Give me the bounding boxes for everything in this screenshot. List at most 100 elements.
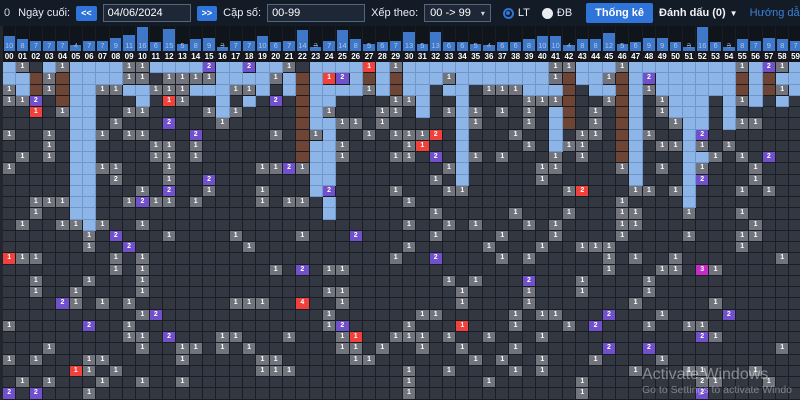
grid-cell[interactable] xyxy=(203,96,216,107)
grid-cell[interactable] xyxy=(256,152,269,163)
grid-cell[interactable]: 2 xyxy=(110,175,123,186)
grid-cell[interactable]: 1 xyxy=(469,107,482,118)
grid-cell[interactable]: 1 xyxy=(576,388,589,399)
grid-cell[interactable] xyxy=(603,377,616,388)
grid-cell[interactable]: 1 xyxy=(350,343,363,354)
grid-cell[interactable] xyxy=(603,220,616,231)
grid-cell[interactable]: 1 xyxy=(709,298,722,309)
grid-cell[interactable] xyxy=(616,343,629,354)
grid-cell[interactable] xyxy=(243,377,256,388)
grid-cell[interactable] xyxy=(776,388,789,399)
grid-cell[interactable] xyxy=(403,310,416,321)
grid-cell[interactable] xyxy=(336,355,349,366)
grid-cell[interactable] xyxy=(30,265,43,276)
grid-cell[interactable] xyxy=(96,332,109,343)
grid-cell[interactable] xyxy=(243,265,256,276)
grid-cell[interactable] xyxy=(403,355,416,366)
grid-cell[interactable] xyxy=(776,130,789,141)
grid-cell[interactable] xyxy=(523,208,536,219)
grid-cell[interactable] xyxy=(323,355,336,366)
grid-cell[interactable]: 1 xyxy=(43,130,56,141)
grid-cell[interactable] xyxy=(363,377,376,388)
grid-cell[interactable] xyxy=(230,175,243,186)
grid-cell[interactable]: 1 xyxy=(576,141,589,152)
grid-cell[interactable]: 1 xyxy=(736,62,749,73)
grid-cell[interactable] xyxy=(696,231,709,242)
grid-cell[interactable] xyxy=(30,343,43,354)
grid-cell[interactable] xyxy=(176,388,189,399)
grid-cell[interactable] xyxy=(30,130,43,141)
grid-cell[interactable]: 1 xyxy=(763,377,776,388)
grid-cell[interactable] xyxy=(776,163,789,174)
grid-cell[interactable] xyxy=(336,377,349,388)
grid-cell[interactable] xyxy=(83,96,96,107)
grid-cell[interactable] xyxy=(483,388,496,399)
grid-cell[interactable] xyxy=(83,163,96,174)
grid-cell[interactable]: 1 xyxy=(403,96,416,107)
grid-cell[interactable] xyxy=(230,310,243,321)
grid-cell[interactable] xyxy=(296,332,309,343)
grid-cell[interactable] xyxy=(163,355,176,366)
grid-cell[interactable] xyxy=(656,287,669,298)
grid-cell[interactable] xyxy=(123,152,136,163)
grid-cell[interactable]: 1 xyxy=(163,163,176,174)
grid-cell[interactable]: 1 xyxy=(3,85,16,96)
grid-cell[interactable] xyxy=(43,321,56,332)
grid-cell[interactable] xyxy=(110,186,123,197)
grid-cell[interactable] xyxy=(150,96,163,107)
grid-cell[interactable] xyxy=(549,287,562,298)
grid-cell[interactable] xyxy=(83,298,96,309)
grid-cell[interactable]: 1 xyxy=(150,152,163,163)
grid-cell[interactable]: 1 xyxy=(390,152,403,163)
grid-cell[interactable] xyxy=(376,253,389,264)
grid-cell[interactable] xyxy=(270,62,283,73)
grid-cell[interactable]: 1 xyxy=(123,62,136,73)
grid-cell[interactable] xyxy=(270,332,283,343)
grid-cell[interactable] xyxy=(70,321,83,332)
grid-cell[interactable] xyxy=(603,321,616,332)
grid-cell[interactable] xyxy=(749,287,762,298)
grid-cell[interactable] xyxy=(723,265,736,276)
grid-cell[interactable] xyxy=(709,310,722,321)
column-label[interactable]: 14 xyxy=(190,51,203,62)
grid-cell[interactable] xyxy=(336,208,349,219)
grid-cell[interactable] xyxy=(283,73,296,84)
grid-cell[interactable] xyxy=(523,152,536,163)
grid-cell[interactable] xyxy=(603,118,616,129)
grid-cell[interactable] xyxy=(243,231,256,242)
grid-cell[interactable] xyxy=(123,265,136,276)
grid-cell[interactable] xyxy=(176,197,189,208)
grid-cell[interactable] xyxy=(56,152,69,163)
grid-cell[interactable] xyxy=(190,231,203,242)
grid-cell[interactable] xyxy=(16,73,29,84)
grid-cell[interactable] xyxy=(150,298,163,309)
grid-cell[interactable] xyxy=(96,73,109,84)
column-label[interactable]: 44 xyxy=(589,51,602,62)
grid-cell[interactable] xyxy=(723,73,736,84)
grid-cell[interactable] xyxy=(736,85,749,96)
grid-cell[interactable] xyxy=(643,253,656,264)
grid-cell[interactable] xyxy=(643,298,656,309)
grid-cell[interactable]: 2 xyxy=(136,197,149,208)
grid-cell[interactable] xyxy=(270,242,283,253)
column-label[interactable]: 57 xyxy=(763,51,776,62)
grid-cell[interactable] xyxy=(589,265,602,276)
grid-cell[interactable] xyxy=(3,276,16,287)
grid-cell[interactable]: 1 xyxy=(70,287,83,298)
grid-cell[interactable] xyxy=(683,253,696,264)
grid-cell[interactable] xyxy=(216,231,229,242)
grid-cell[interactable] xyxy=(336,163,349,174)
grid-cell[interactable] xyxy=(56,118,69,129)
grid-cell[interactable] xyxy=(763,220,776,231)
grid-cell[interactable] xyxy=(390,141,403,152)
grid-cell[interactable] xyxy=(683,310,696,321)
grid-cell[interactable] xyxy=(3,332,16,343)
grid-cell[interactable] xyxy=(16,287,29,298)
grid-cell[interactable] xyxy=(283,130,296,141)
grid-cell[interactable] xyxy=(150,332,163,343)
grid-cell[interactable] xyxy=(70,118,83,129)
grid-cell[interactable] xyxy=(483,231,496,242)
grid-cell[interactable] xyxy=(483,175,496,186)
grid-cell[interactable] xyxy=(376,197,389,208)
grid-cell[interactable] xyxy=(243,175,256,186)
